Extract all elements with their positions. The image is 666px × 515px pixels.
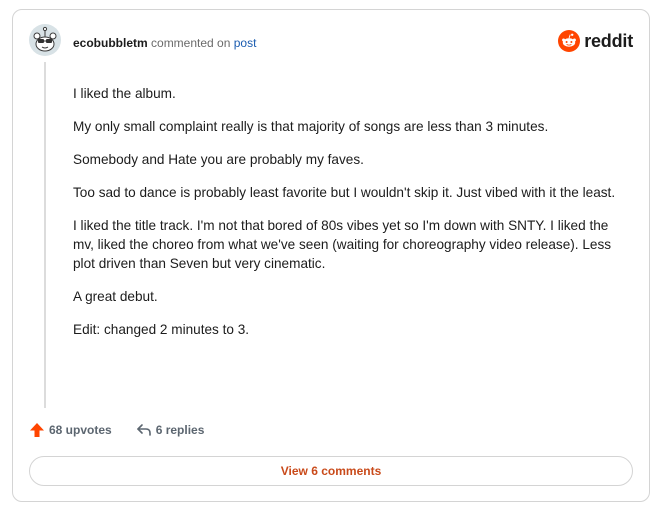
comment-paragraph: I liked the title track. I'm not that bo… xyxy=(73,218,612,271)
reply-count: 6 replies xyxy=(155,423,205,437)
comment-actions: 68 upvotes 6 replies xyxy=(29,422,204,438)
comment-paragraph: Too sad to dance is probably least favor… xyxy=(73,185,616,200)
author-name[interactable]: ecobubbletm xyxy=(73,36,148,50)
reddit-logo-icon xyxy=(558,30,581,52)
upvote-button[interactable]: 68 upvotes xyxy=(29,422,112,438)
comment-paragraph: Somebody and Hate you are probably my fa… xyxy=(73,152,364,167)
upvote-count: 68 upvotes xyxy=(49,423,112,437)
comment-body: I liked the album. My only small complai… xyxy=(73,84,621,353)
comment-header: ecobubbletm commented on post xyxy=(73,36,256,50)
reddit-brand[interactable]: reddit xyxy=(558,30,633,52)
thread-line[interactable] xyxy=(44,62,46,408)
snoo-avatar-icon xyxy=(29,24,61,56)
replies-button[interactable]: 6 replies xyxy=(136,422,205,438)
avatar[interactable] xyxy=(29,24,61,56)
action-text: commented on xyxy=(151,36,231,50)
comment-paragraph: Edit: changed 2 minutes to 3. xyxy=(73,322,250,337)
comment-paragraph: I liked the album. xyxy=(73,86,176,101)
comment-card: ecobubbletm commented on post reddit I l… xyxy=(12,9,650,502)
reply-arrow-icon xyxy=(136,424,151,436)
upvote-arrow-icon xyxy=(30,423,44,437)
comment-paragraph: A great debut. xyxy=(73,289,158,304)
comment-paragraph: My only small complaint really is that m… xyxy=(73,119,549,134)
view-comments-button[interactable]: View 6 comments xyxy=(29,456,633,486)
post-link[interactable]: post xyxy=(234,36,257,50)
brand-name: reddit xyxy=(584,30,633,51)
